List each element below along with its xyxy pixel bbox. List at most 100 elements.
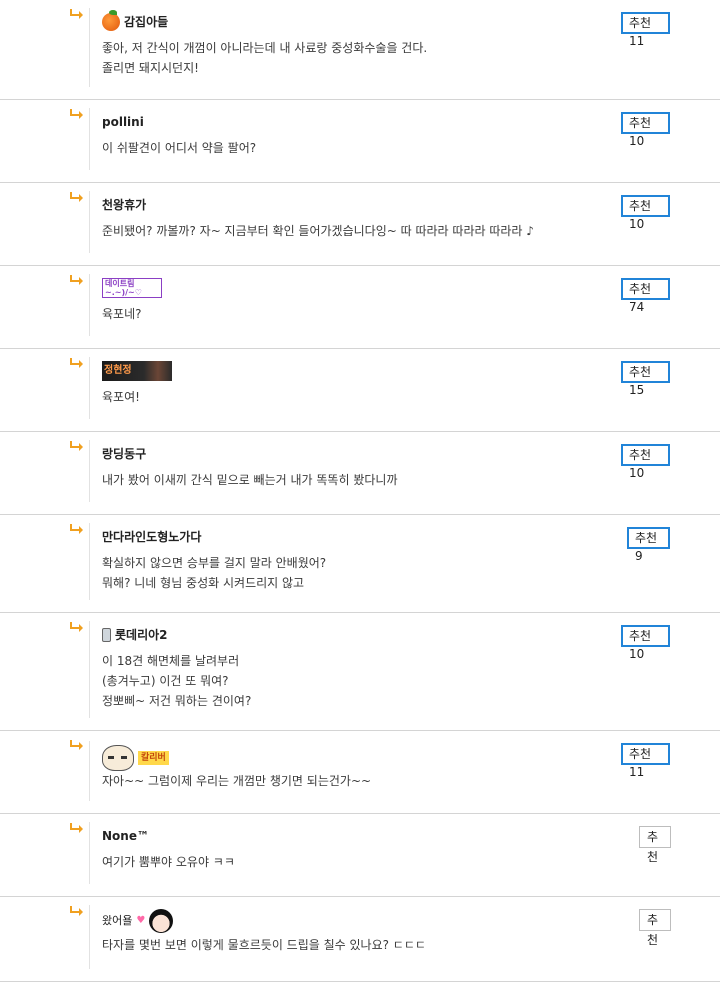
comment-line: 자아~~ 그럼이제 우리는 개껌만 챙기면 되는건가~~ <box>102 774 372 788</box>
comment-text: 여기가 뿜뿌야 오유야 ㅋㅋ <box>102 852 622 872</box>
comment-item: 데이트림 ~.~)/~♡ 육포네? 추천 74 <box>0 266 720 349</box>
comment-author[interactable]: 감집아들 <box>102 10 622 32</box>
recommend-count: 11 <box>629 765 645 779</box>
comment-body: pollini 이 쉬팔견이 어디서 약을 팔어? <box>89 108 622 170</box>
reply-arrow-icon <box>70 622 83 632</box>
author-name: 천왕휴가 <box>102 198 147 212</box>
recommend-button[interactable]: 추천 10 <box>621 112 670 148</box>
recommend-label: 추천 <box>647 913 659 947</box>
face-icon <box>102 745 134 771</box>
comment-text: 자아~~ 그럼이제 우리는 개껌만 챙기면 되는건가~~ <box>102 771 622 791</box>
comment-line: 준비됐어? 까볼까? 자~ 지금부터 확인 들어가겠습니다잉~ 따 따라라 따라… <box>102 224 534 238</box>
comment-line: 내가 봤어 이새끼 간식 밑으로 빼는거 내가 똑똑히 봤다니까 <box>102 473 398 487</box>
comment-item: 칼리버 자아~~ 그럼이제 우리는 개껌만 챙기면 되는건가~~ 추천 11 <box>0 731 720 814</box>
comment-body: None™ 여기가 뿜뿌야 오유야 ㅋㅋ <box>89 822 622 884</box>
comment-text: 내가 봤어 이새끼 간식 밑으로 빼는거 내가 똑똑히 봤다니까 <box>102 470 622 490</box>
comment-author[interactable]: None™ <box>102 826 622 846</box>
comment-author[interactable]: 데이트림 ~.~)/~♡ <box>102 278 622 298</box>
comment-line: 타자를 몇번 보면 이렇게 물흐르듯이 드립을 칠수 있나요? ㄷㄷㄷ <box>102 938 426 952</box>
comment-line: 뭐해? 니네 형님 중성화 시켜드리지 않고 <box>102 576 305 590</box>
comment-body: 천왕휴가 준비됐어? 까볼까? 자~ 지금부터 확인 들어가겠습니다잉~ 따 따… <box>89 191 622 253</box>
comment-author[interactable]: 롯데리아2 <box>102 625 622 645</box>
recommend-label: 추천 <box>647 830 659 864</box>
reply-arrow-icon <box>70 441 83 451</box>
recommend-button[interactable]: 추천 15 <box>621 361 670 397</box>
reply-arrow-icon <box>70 9 83 19</box>
comment-author[interactable]: 천왕휴가 <box>102 195 622 215</box>
author-name: None™ <box>102 829 149 843</box>
comment-item: 천왕휴가 준비됐어? 까볼까? 자~ 지금부터 확인 들어가겠습니다잉~ 따 따… <box>0 183 720 266</box>
comment-body: 칼리버 자아~~ 그럼이제 우리는 개껌만 챙기면 되는건가~~ <box>89 741 622 801</box>
recommend-button[interactable]: 추천 9 <box>627 527 670 563</box>
recommend-label: 추천 <box>629 16 652 30</box>
reply-arrow-icon <box>70 524 83 534</box>
comment-line: 여기가 뿜뿌야 오유야 ㅋㅋ <box>102 855 235 869</box>
recommend-label: 추천 <box>629 365 652 379</box>
recommend-button[interactable]: 추천 10 <box>621 195 670 231</box>
comment-text: 타자를 몇번 보면 이렇게 물흐르듯이 드립을 칠수 있나요? ㄷㄷㄷ <box>102 935 622 955</box>
reply-arrow-icon <box>70 906 83 916</box>
comment-item: 만다라인도형노가다 확실하지 않으면 승부를 걸지 말라 안배웠어? 뭐해? 니네… <box>0 515 720 613</box>
author-name: 감집아들 <box>124 15 169 29</box>
comment-text: 확실하지 않으면 승부를 걸지 말라 안배웠어? 뭐해? 니네 형님 중성화 시켜… <box>102 553 622 593</box>
recommend-button[interactable]: 추천 10 <box>621 625 670 661</box>
author-name: 랑딩동구 <box>102 447 147 461</box>
recommend-button[interactable]: 추천 74 <box>621 278 670 314</box>
recommend-label: 추천 <box>629 116 652 130</box>
recommend-count: 10 <box>629 466 645 480</box>
comment-author[interactable]: 왔어욜 ♥ <box>102 909 622 933</box>
comment-line: 이 18견 해면체를 날려부러 <box>102 654 240 668</box>
recommend-count: 15 <box>629 383 645 397</box>
recommend-button[interactable]: 추천 <box>639 909 671 947</box>
comment-body: 랑딩동구 내가 봤어 이새끼 간식 밑으로 빼는거 내가 똑똑히 봤다니까 <box>89 440 622 502</box>
comment-item: pollini 이 쉬팔견이 어디서 약을 팔어? 추천 10 <box>0 100 720 183</box>
comment-line: (총겨누고) 이건 또 뭐여? <box>102 674 229 688</box>
comment-author[interactable]: 랑딩동구 <box>102 444 622 464</box>
comment-author[interactable]: pollini <box>102 112 622 132</box>
comment-text: 이 쉬팔견이 어디서 약을 팔어? <box>102 138 622 158</box>
comment-line: 육포여! <box>102 390 140 404</box>
author-name: 롯데리아2 <box>115 628 168 642</box>
comment-item: 롯데리아2 이 18견 해면체를 날려부러 (총겨누고) 이건 또 뭐여? 정뽀삐~… <box>0 613 720 731</box>
comment-author[interactable]: 정현정 <box>102 361 622 381</box>
comment-item: 감집아들 좋아, 저 간식이 개껌이 아니라는데 내 사료랑 중성화수술을 건다… <box>0 0 720 100</box>
author-name: pollini <box>102 115 144 129</box>
comment-body: 만다라인도형노가다 확실하지 않으면 승부를 걸지 말라 안배웠어? 뭐해? 니네… <box>89 523 622 600</box>
reply-arrow-icon <box>70 275 83 285</box>
recommend-count: 10 <box>629 217 645 231</box>
heart-icon: ♥ <box>136 915 146 926</box>
comment-author[interactable]: 칼리버 <box>102 745 622 771</box>
comment-body: 왔어욜 ♥ 타자를 몇번 보면 이렇게 물흐르듯이 드립을 칠수 있나요? ㄷㄷ… <box>89 905 622 969</box>
comment-author[interactable]: 만다라인도형노가다 <box>102 527 622 547</box>
tangerine-icon <box>102 10 120 31</box>
recommend-button[interactable]: 추천 11 <box>621 743 670 779</box>
reply-arrow-icon <box>70 823 83 833</box>
comment-body: 정현정 육포여! <box>89 357 622 419</box>
comment-text: 준비됐어? 까볼까? 자~ 지금부터 확인 들어가겠습니다잉~ 따 따라라 따라… <box>102 221 622 241</box>
recommend-label: 추천 <box>629 448 652 462</box>
comment-text: 육포여! <box>102 387 622 407</box>
author-name: 만다라인도형노가다 <box>102 530 202 544</box>
comment-line: 졸리면 돼지시던지! <box>102 61 199 75</box>
recommend-button[interactable]: 추천 <box>639 826 671 864</box>
comment-text: 육포네? <box>102 304 622 324</box>
comment-line: 정뽀삐~ 저건 뭐하는 견이여? <box>102 694 252 708</box>
recommend-count: 11 <box>629 34 645 48</box>
girl-icon <box>149 909 174 933</box>
comment-body: 데이트림 ~.~)/~♡ 육포네? <box>89 274 622 336</box>
comment-text: 좋아, 저 간식이 개껌이 아니라는데 내 사료랑 중성화수술을 건다. 졸리면 … <box>102 38 622 78</box>
comment-line: 이 쉬팔견이 어디서 약을 팔어? <box>102 141 257 155</box>
recommend-count: 74 <box>629 300 645 314</box>
reply-arrow-icon <box>70 109 83 119</box>
recommend-button[interactable]: 추천 10 <box>621 444 670 480</box>
nickname-image-badge: 정현정 <box>102 361 172 381</box>
recommend-button[interactable]: 추천 11 <box>621 12 670 48</box>
comment-item: 왔어욜 ♥ 타자를 몇번 보면 이렇게 물흐르듯이 드립을 칠수 있나요? ㄷㄷ… <box>0 897 720 982</box>
recommend-count: 10 <box>629 134 645 148</box>
comment-line: 확실하지 않으면 승부를 걸지 말라 안배웠어? <box>102 556 327 570</box>
recommend-count: 9 <box>635 549 643 563</box>
reply-arrow-icon <box>70 358 83 368</box>
comment-text: 이 18견 해면체를 날려부러 (총겨누고) 이건 또 뭐여? 정뽀삐~ 저건 뭐하… <box>102 651 622 711</box>
comment-body: 롯데리아2 이 18견 해면체를 날려부러 (총겨누고) 이건 또 뭐여? 정뽀삐~… <box>89 621 622 718</box>
recommend-label: 추천 <box>629 629 652 643</box>
